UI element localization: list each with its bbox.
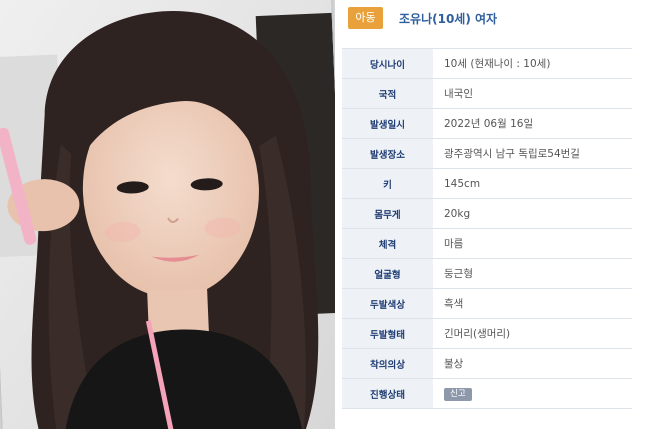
detail-label: 키 (342, 168, 433, 199)
detail-label: 체격 (342, 228, 433, 259)
detail-value: 흑색 (433, 288, 632, 319)
details-table: 당시나이 10세 (현재나이 : 10세) 국적 내국인 발생일시 2022년 06월 1… (342, 48, 632, 409)
detail-label: 발생일시 (342, 108, 433, 139)
detail-value: 둥근형 (433, 258, 632, 289)
detail-row-face-shape: 얼굴형 둥근형 (342, 258, 632, 289)
detail-row-nationality: 국적 내국인 (342, 78, 632, 109)
detail-label: 국적 (342, 78, 433, 109)
detail-label: 얼굴형 (342, 258, 433, 289)
status-badge: 신고 (444, 387, 472, 401)
detail-value: 마름 (433, 228, 632, 259)
detail-label: 진행상태 (342, 378, 433, 409)
detail-value: 불상 (433, 348, 632, 379)
detail-value: 2022년 06월 16일 (433, 108, 632, 139)
detail-row-clothing: 착의의상 불상 (342, 348, 632, 379)
detail-label: 몸무게 (342, 198, 433, 229)
category-badge: 아동 (348, 7, 383, 29)
detail-value: 긴머리(생머리) (433, 318, 632, 349)
detail-value: 내국인 (433, 78, 632, 109)
detail-row-weight: 몸무게 20kg (342, 198, 632, 229)
detail-row-hair-color: 두발색상 흑색 (342, 288, 632, 319)
detail-value: 신고 (433, 378, 632, 409)
detail-value: 145cm (433, 168, 632, 199)
child-portrait-image (0, 0, 335, 429)
detail-label: 당시나이 (342, 48, 433, 79)
detail-value: 10세 (현재나이 : 10세) (433, 48, 632, 79)
detail-label: 발생장소 (342, 138, 433, 169)
photo-panel (0, 0, 335, 429)
detail-label: 두발형태 (342, 318, 433, 349)
detail-row-build: 체격 마름 (342, 228, 632, 259)
detail-row-age: 당시나이 10세 (현재나이 : 10세) (342, 48, 632, 79)
detail-value: 광주광역시 남구 독립로54번길 (433, 138, 632, 169)
child-photo (0, 0, 335, 429)
detail-row-status: 진행상태 신고 (342, 378, 632, 409)
detail-row-date: 발생일시 2022년 06월 16일 (342, 108, 632, 139)
details-header: 아동 조유나(10세) 여자 (348, 7, 497, 29)
missing-person-details: 아동 조유나(10세) 여자 당시나이 10세 (현재나이 : 10세) 국적 내국인… (335, 0, 647, 429)
person-title: 조유나(10세) 여자 (399, 11, 498, 26)
detail-row-hair-style: 두발형태 긴머리(생머리) (342, 318, 632, 349)
detail-label: 두발색상 (342, 288, 433, 319)
detail-value: 20kg (433, 198, 632, 229)
detail-row-height: 키 145cm (342, 168, 632, 199)
detail-row-place: 발생장소 광주광역시 남구 독립로54번길 (342, 138, 632, 169)
detail-label: 착의의상 (342, 348, 433, 379)
